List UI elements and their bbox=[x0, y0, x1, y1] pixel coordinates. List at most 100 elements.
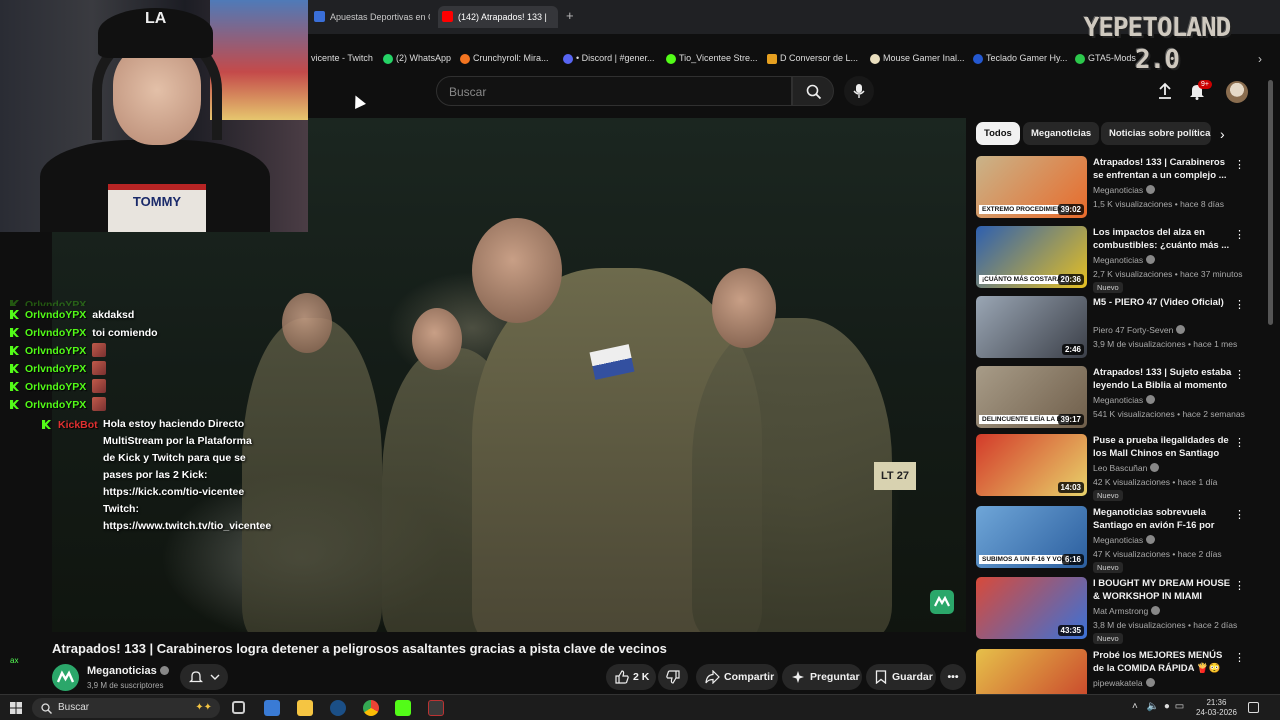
recommendation-channel[interactable]: Leo Bascuñan bbox=[1093, 463, 1160, 473]
recommendation-channel[interactable]: pipewakatela bbox=[1093, 678, 1155, 688]
more-vertical-icon[interactable]: ⋮ bbox=[1234, 228, 1245, 241]
tab-youtube[interactable]: (142) Atrapados! 133 | bbox=[438, 6, 558, 28]
video-thumbnail[interactable]: 2:46 bbox=[976, 296, 1087, 358]
bot-user: KickBot bbox=[58, 419, 98, 431]
bot-message: KickBot Hola estoy haciendo Directo Mult… bbox=[10, 416, 271, 535]
chat-user: OrlvndoYPX bbox=[25, 309, 87, 321]
like-button[interactable]: 2 K bbox=[606, 664, 656, 690]
chevron-down-icon bbox=[210, 674, 220, 680]
channel-watermark-icon bbox=[930, 590, 954, 614]
video-thumbnail[interactable]: DELINCUENTE LEÍA LA BIBLIA EN DETENCIÓN3… bbox=[976, 366, 1087, 428]
recommendation-title[interactable]: Los impactos del alza en combustibles: ¿… bbox=[1093, 226, 1233, 252]
recommendation-channel[interactable]: Meganoticias bbox=[1093, 395, 1156, 405]
chrome-icon[interactable] bbox=[363, 700, 379, 716]
more-vertical-icon[interactable]: ⋮ bbox=[1234, 368, 1245, 381]
bookmark-item[interactable]: Tio_Vicentee Stre... bbox=[666, 53, 758, 64]
bookmark-item[interactable]: D Conversor de L... bbox=[767, 53, 858, 64]
mouse-icon bbox=[870, 54, 880, 64]
recommendation-channel[interactable]: Mat Armstrong bbox=[1093, 606, 1161, 616]
bookmark-item[interactable]: vicente - Twitch bbox=[298, 53, 373, 64]
recommendation-title[interactable]: Puse a prueba ilegalidades de los Mall C… bbox=[1093, 434, 1233, 460]
more-vertical-icon[interactable]: ⋮ bbox=[1234, 651, 1245, 664]
recommendation-item[interactable]: EXTREMO PROCEDIMIENTO DE CARABINEROS39:0… bbox=[976, 156, 1266, 222]
recommendation-item[interactable]: ¡CUÁNTO MÁS COSTARÁ LLENAR EL ESTANQUE?2… bbox=[976, 226, 1266, 293]
channel-name[interactable]: Meganoticias bbox=[87, 665, 169, 677]
more-vertical-icon[interactable]: ⋮ bbox=[1234, 298, 1245, 311]
recommendation-channel[interactable]: Piero 47 Forty-Seven bbox=[1093, 325, 1186, 335]
upload-icon[interactable] bbox=[1156, 82, 1174, 100]
recommendation-title[interactable]: M5 - PIERO 47 (Video Oficial) bbox=[1093, 296, 1233, 309]
bookmark-item[interactable]: Crunchyroll: Mira... bbox=[460, 53, 549, 64]
dislike-button[interactable] bbox=[658, 664, 688, 690]
chat-message: OrlvndoYPX bbox=[10, 342, 260, 360]
verified-icon bbox=[1150, 463, 1160, 472]
task-view-icon[interactable] bbox=[232, 701, 245, 714]
kick-app-icon[interactable] bbox=[395, 700, 411, 716]
more-vertical-icon[interactable]: ⋮ bbox=[1234, 579, 1245, 592]
channel-avatar[interactable] bbox=[52, 664, 79, 691]
recommendation-title[interactable]: Probé los MEJORES MENÚS de la COMIDA RÁP… bbox=[1093, 649, 1233, 675]
channel-label: Meganoticias bbox=[1093, 185, 1144, 195]
new-tab-icon[interactable]: + bbox=[566, 8, 574, 23]
more-actions-button[interactable]: ••• bbox=[940, 664, 966, 690]
subscribe-bell-button[interactable] bbox=[180, 664, 228, 690]
microphone-icon[interactable]: ● bbox=[1164, 701, 1170, 712]
chip-todos[interactable]: Todos bbox=[976, 122, 1020, 145]
recommendation-title[interactable]: Atrapados! 133 | Sujeto estaba leyendo L… bbox=[1093, 366, 1233, 393]
ask-button[interactable]: Preguntar bbox=[782, 664, 862, 690]
video-thumbnail[interactable]: SUBIMOS A UN F-16 Y VOLAMOS POR SANTIAGO… bbox=[976, 506, 1087, 568]
recommendation-title[interactable]: Atrapados! 133 | Carabineros se enfrenta… bbox=[1093, 156, 1233, 182]
save-button[interactable]: Guardar bbox=[866, 664, 936, 690]
more-horizontal-icon: ••• bbox=[947, 671, 959, 683]
recommendation-channel[interactable]: Meganoticias bbox=[1093, 535, 1156, 545]
chip-meganoticias[interactable]: Meganoticias bbox=[1023, 122, 1100, 145]
volume-icon[interactable]: 🔈 bbox=[1147, 701, 1159, 712]
channel-label: Mat Armstrong bbox=[1093, 606, 1149, 616]
video-thumbnail[interactable]: 43:35 bbox=[976, 577, 1087, 639]
search-button[interactable] bbox=[792, 76, 834, 106]
bookmark-item[interactable]: (2) WhatsApp bbox=[383, 53, 451, 64]
file-explorer-icon[interactable] bbox=[297, 700, 313, 716]
recommendation-channel[interactable]: Meganoticias bbox=[1093, 185, 1156, 195]
recommendation-title[interactable]: Meganoticias sobrevuela Santiago en avió… bbox=[1093, 506, 1233, 533]
search-input[interactable]: Buscar bbox=[436, 76, 792, 106]
recommendation-title[interactable]: I BOUGHT MY DREAM HOUSE & WORKSHOP IN MI… bbox=[1093, 577, 1233, 603]
chevron-right-icon[interactable]: › bbox=[1220, 126, 1225, 142]
steam-icon[interactable] bbox=[330, 700, 346, 716]
obs-icon[interactable] bbox=[428, 700, 444, 716]
tab-apuestas[interactable]: Apuestas Deportivas en C bbox=[310, 6, 430, 28]
recommendation-item[interactable]: SUBIMOS A UN F-16 Y VOLAMOS POR SANTIAGO… bbox=[976, 506, 1266, 573]
more-vertical-icon[interactable]: ⋮ bbox=[1234, 436, 1245, 449]
video-thumbnail[interactable]: EXTREMO PROCEDIMIENTO DE CARABINEROS39:0… bbox=[976, 156, 1087, 218]
chevron-up-icon[interactable]: ˄ bbox=[1132, 701, 1138, 712]
taskbar-search[interactable]: Buscar ✦✦ bbox=[32, 698, 220, 718]
recommendation-channel[interactable]: Meganoticias bbox=[1093, 255, 1156, 265]
chip-politica[interactable]: Noticias sobre política bbox=[1101, 122, 1211, 145]
page-scrollbar[interactable] bbox=[1268, 80, 1273, 325]
channel-label: Piero 47 Forty-Seven bbox=[1093, 325, 1174, 335]
taskbar-clock[interactable]: 21:36 24-03-2026 bbox=[1196, 698, 1237, 718]
bookmark-item[interactable]: Mouse Gamer Inal... bbox=[870, 53, 965, 64]
recommendation-item[interactable]: 2:46 M5 - PIERO 47 (Video Oficial) Piero 4… bbox=[976, 296, 1266, 362]
recommendation-item[interactable]: 14:03 Puse a prueba ilegalidades de los M… bbox=[976, 434, 1266, 501]
subscriber-count: 3,9 M de suscriptores bbox=[87, 681, 164, 690]
share-button[interactable]: Compartir bbox=[696, 664, 778, 690]
video-thumbnail[interactable]: 14:03 bbox=[976, 434, 1087, 496]
more-vertical-icon[interactable]: ⋮ bbox=[1234, 158, 1245, 171]
video-thumbnail[interactable]: ¡CUÁNTO MÁS COSTARÁ LLENAR EL ESTANQUE?2… bbox=[976, 226, 1087, 288]
voice-search-button[interactable] bbox=[844, 76, 874, 106]
more-vertical-icon[interactable]: ⋮ bbox=[1234, 508, 1245, 521]
notifications-icon[interactable] bbox=[1248, 702, 1259, 713]
avatar[interactable] bbox=[1226, 81, 1248, 103]
recommendation-meta: 2,7 K visualizaciones • hace 37 minutos bbox=[1093, 269, 1243, 279]
recommendation-item[interactable]: 43:35 I BOUGHT MY DREAM HOUSE & WORKSHOP … bbox=[976, 577, 1266, 644]
network-icon[interactable]: ▭ bbox=[1175, 701, 1184, 712]
store-icon[interactable] bbox=[264, 700, 280, 716]
duration-badge: 39:02 bbox=[1057, 204, 1084, 215]
channel-label: Meganoticias bbox=[1093, 395, 1144, 405]
recommendation-meta: 3,8 M de visualizaciones • hace 2 días bbox=[1093, 620, 1238, 630]
duration-badge: 39:17 bbox=[1057, 414, 1084, 425]
recommendation-item[interactable]: DELINCUENTE LEÍA LA BIBLIA EN DETENCIÓN3… bbox=[976, 366, 1266, 432]
windows-start-icon[interactable] bbox=[10, 702, 22, 714]
bookmark-item[interactable]: • Discord | #gener... bbox=[563, 53, 655, 64]
